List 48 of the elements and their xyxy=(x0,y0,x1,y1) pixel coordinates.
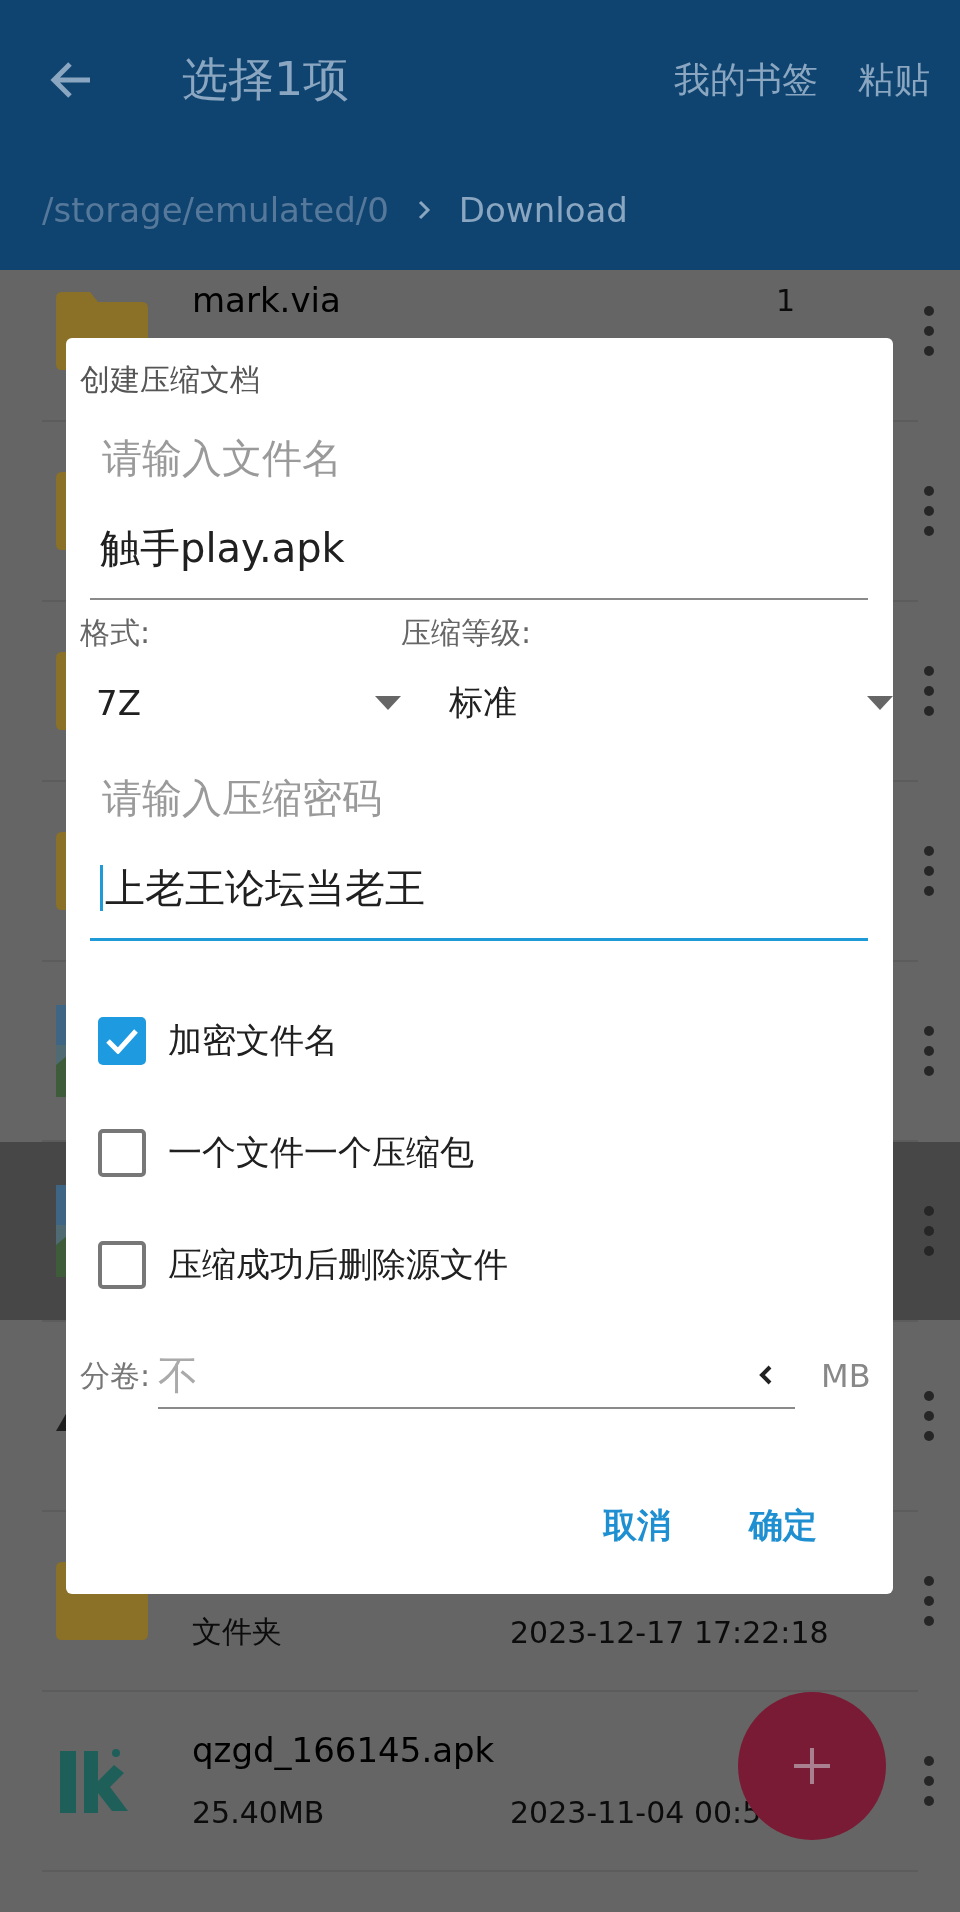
more-icon[interactable] xyxy=(924,1026,934,1076)
checkbox-label[interactable]: 加密文件名 xyxy=(168,1018,338,1064)
plus-icon xyxy=(792,1746,832,1786)
toolbar-action[interactable]: 粘贴 xyxy=(858,55,930,105)
more-icon[interactable] xyxy=(924,1206,934,1256)
checkbox[interactable] xyxy=(98,1129,146,1177)
dropdown[interactable]: 标准 xyxy=(401,658,893,748)
checkbox[interactable] xyxy=(98,1017,146,1065)
field-label: 格式: xyxy=(79,614,152,652)
chevron-left-icon[interactable] xyxy=(759,1364,774,1386)
dialog-button[interactable]: 取消 xyxy=(591,1493,683,1559)
unit-label: MB xyxy=(821,1357,871,1395)
more-icon[interactable] xyxy=(924,666,934,716)
dialog-button[interactable]: 确定 xyxy=(737,1493,829,1559)
breadcrumb-item[interactable]: Download xyxy=(458,190,628,230)
field-label: 压缩等级: xyxy=(401,614,533,652)
field-label: 分卷: xyxy=(80,1356,151,1395)
chevron-icon xyxy=(416,199,431,221)
dialog-title: 创建压缩文档 xyxy=(79,361,261,399)
item-count: 1 xyxy=(775,282,795,318)
more-icon[interactable] xyxy=(924,1391,934,1441)
field-label: 请输入压缩密码 xyxy=(101,774,383,823)
more-icon[interactable] xyxy=(924,846,934,896)
file-info: 文件夹 xyxy=(192,1612,283,1651)
field-value: 触手play.apk xyxy=(100,523,345,573)
text-cursor xyxy=(100,865,103,911)
field-value: 上老王论坛当老王 xyxy=(105,863,425,913)
dropdown[interactable]: 7Z xyxy=(66,658,401,748)
more-icon[interactable] xyxy=(924,306,934,356)
check-icon xyxy=(105,1028,139,1054)
file-info: 25.40MB xyxy=(192,1794,326,1830)
checkbox-label[interactable]: 一个文件一个压缩包 xyxy=(168,1130,474,1176)
file-name: mark.via xyxy=(192,280,341,320)
toolbar-action[interactable]: 我的书签 xyxy=(674,55,818,105)
more-icon[interactable] xyxy=(924,1576,934,1626)
text-field[interactable]: 请输入压缩密码 上老王论坛当老王 xyxy=(90,758,868,941)
file-date: 2023-12-17 17:22:18 xyxy=(510,1614,829,1650)
screen-title: 选择1项 xyxy=(182,51,351,108)
caret-icon xyxy=(867,696,893,710)
file-name: qzgd_166145.apk xyxy=(192,1730,495,1770)
field-label: 请输入文件名 xyxy=(101,434,343,483)
checkbox-label[interactable]: 压缩成功后删除源文件 xyxy=(168,1242,508,1288)
input-field[interactable]: 不 xyxy=(158,1352,760,1398)
caret-icon xyxy=(375,696,401,710)
more-icon[interactable] xyxy=(924,1756,934,1806)
text-field[interactable]: 请输入文件名 触手play.apk xyxy=(90,418,868,600)
back-icon[interactable] xyxy=(48,60,92,100)
more-icon[interactable] xyxy=(924,486,934,536)
